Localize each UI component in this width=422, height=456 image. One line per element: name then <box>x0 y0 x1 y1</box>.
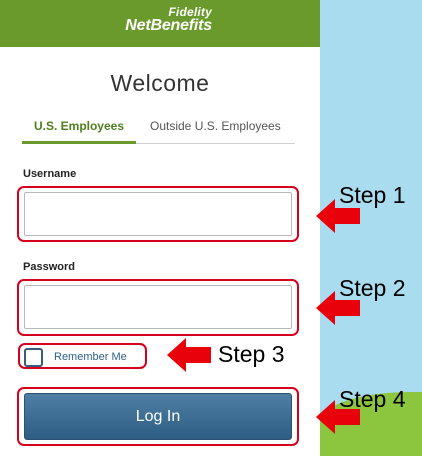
brand-header: Fidelity NetBenefits <box>0 0 320 47</box>
remember-me-checkbox[interactable] <box>24 347 43 367</box>
login-button[interactable]: Log In <box>24 393 292 440</box>
step-1-arrow-icon <box>316 199 360 233</box>
tab-outside-us-employees[interactable]: Outside U.S. Employees <box>150 119 281 144</box>
remember-me-toggle[interactable]: Remember Me <box>24 347 127 367</box>
password-label: Password <box>23 261 75 273</box>
brand-name-bottom: NetBenefits <box>125 17 212 34</box>
username-label: Username <box>23 168 77 180</box>
employee-tabs: U.S. Employees Outside U.S. Employees <box>22 114 295 144</box>
step-2-arrow-icon <box>316 291 360 325</box>
login-card: Fidelity NetBenefits Welcome U.S. Employ… <box>0 0 320 456</box>
brand-logo: Fidelity NetBenefits <box>125 6 212 34</box>
step-3-label: Step 3 <box>218 341 285 367</box>
password-highlight <box>17 279 299 336</box>
remember-me-highlight: Remember Me <box>18 343 147 369</box>
username-highlight <box>17 186 299 242</box>
login-button-highlight: Log In <box>17 387 299 446</box>
remember-me-label[interactable]: Remember Me <box>54 351 127 363</box>
tab-us-employees[interactable]: U.S. Employees <box>22 119 136 144</box>
password-input[interactable] <box>24 285 292 329</box>
step-4-arrow-icon <box>316 400 360 434</box>
step-3-arrow-icon <box>167 338 211 372</box>
username-input[interactable] <box>24 192 292 236</box>
page-title: Welcome <box>110 70 210 96</box>
